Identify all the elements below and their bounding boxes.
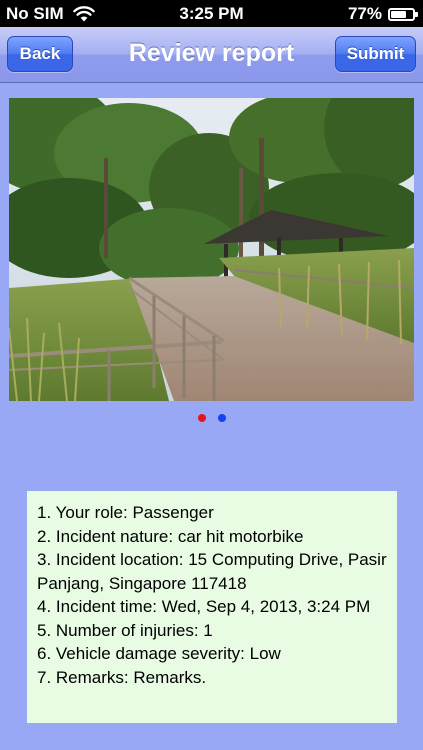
report-line-damage: 6. Vehicle damage severity: Low — [37, 644, 281, 663]
report-line-injuries: 5. Number of injuries: 1 — [37, 620, 213, 640]
report-line-remarks: 7. Remarks: Remarks. — [37, 667, 207, 687]
navigation-bar: Back Review report Submit — [0, 27, 423, 83]
status-bar: No SIM 3:25 PM 77% — [0, 0, 423, 27]
page-dot-active[interactable] — [197, 414, 206, 422]
report-line-location: 3. Incident location: 15 Computing Drive… — [37, 550, 387, 593]
report-summary: 1. Your role: Passenger 2. Incident natu… — [27, 491, 397, 723]
submit-button[interactable]: Submit — [335, 36, 416, 72]
battery-icon — [388, 7, 418, 21]
status-right: 77% — [347, 4, 418, 24]
page-dot-inactive[interactable] — [217, 414, 226, 422]
battery-fill — [391, 10, 406, 18]
page-indicator[interactable] — [0, 414, 423, 424]
report-line-role: 1. Your role: Passenger — [37, 503, 214, 522]
battery-percent: 77% — [347, 4, 382, 23]
report-line-time: 4. Incident time: Wed, Sep 4, 2013, 3:24… — [37, 597, 371, 616]
incident-photo[interactable] — [9, 98, 414, 401]
report-line-nature: 2. Incident nature: car hit motorbike — [37, 526, 304, 546]
photo-image — [9, 98, 414, 401]
